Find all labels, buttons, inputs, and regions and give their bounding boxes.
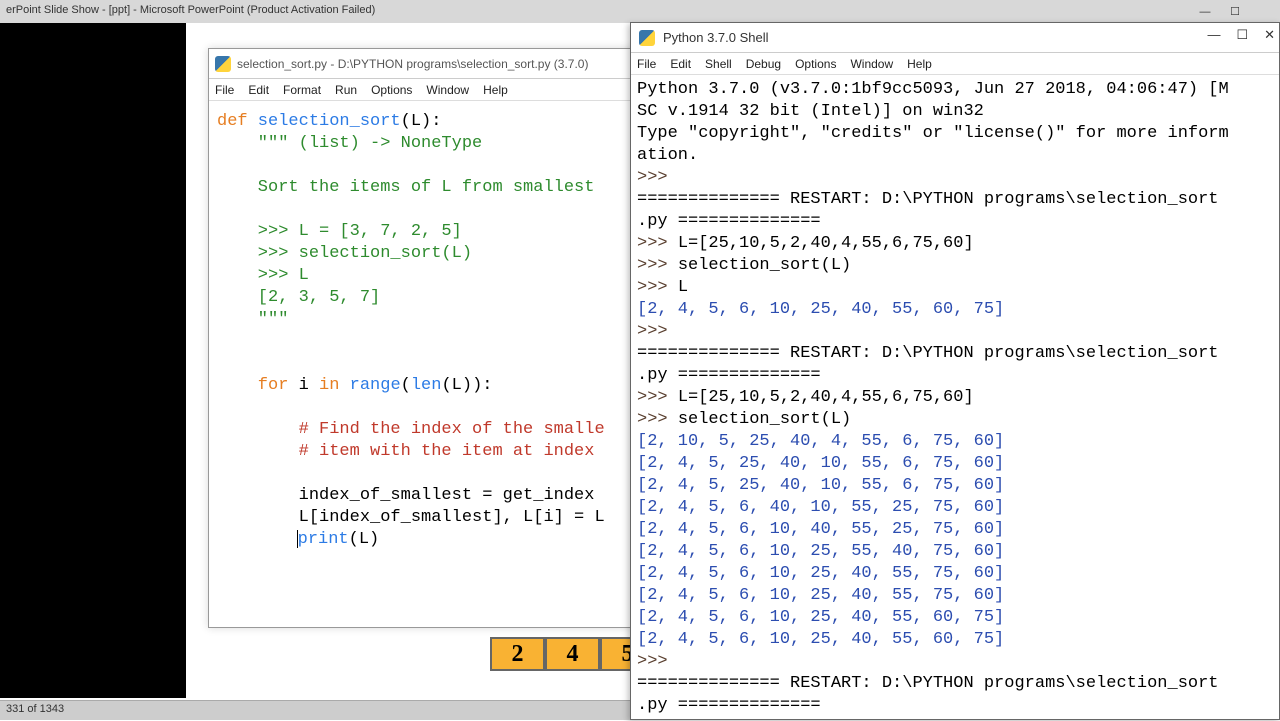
editor-menu-edit[interactable]: Edit (248, 83, 269, 97)
shell-line: [2, 4, 5, 6, 10, 25, 40, 55, 75, 60] (637, 585, 1273, 607)
shell-menu-file[interactable]: File (637, 57, 656, 71)
ppt-titlebar: erPoint Slide Show - [ppt] - Microsoft P… (0, 0, 1280, 23)
ppt-minimize-icon[interactable]: — (1190, 0, 1220, 23)
editor-menu-options[interactable]: Options (371, 83, 412, 97)
shell-maximize-icon[interactable]: ☐ (1236, 27, 1248, 43)
shell-output-area[interactable]: Python 3.7.0 (v3.7.0:1bf9cc5093, Jun 27 … (631, 75, 1279, 721)
shell-line: .py ============== (637, 695, 1273, 717)
shell-line: [2, 10, 5, 25, 40, 4, 55, 6, 75, 60] (637, 431, 1273, 453)
shell-menu-shell[interactable]: Shell (705, 57, 732, 71)
slide-box-2: 2 (490, 637, 545, 671)
shell-line: >>> selection_sort(L) (637, 409, 1273, 431)
shell-line: .py ============== (637, 211, 1273, 233)
shell-title: Python 3.7.0 Shell (663, 30, 769, 45)
ppt-maximize-icon[interactable]: ☐ (1220, 0, 1250, 23)
shell-menu-edit[interactable]: Edit (670, 57, 691, 71)
python-icon (639, 30, 655, 46)
editor-title: selection_sort.py - D:\PYTHON programs\s… (237, 57, 588, 71)
shell-line: [2, 4, 5, 25, 40, 10, 55, 6, 75, 60] (637, 453, 1273, 475)
shell-menu-options[interactable]: Options (795, 57, 836, 71)
shell-line: [2, 4, 5, 6, 10, 25, 40, 55, 60, 75] (637, 607, 1273, 629)
editor-menu-format[interactable]: Format (283, 83, 321, 97)
shell-titlebar[interactable]: Python 3.7.0 Shell — ☐ ✕ (631, 23, 1279, 53)
slide-box-4: 4 (545, 637, 600, 671)
shell-line: ============== RESTART: D:\PYTHON progra… (637, 673, 1273, 695)
shell-line: ============== RESTART: D:\PYTHON progra… (637, 343, 1273, 365)
shell-line: >>> L=[25,10,5,2,40,4,55,6,75,60] (637, 233, 1273, 255)
shell-line: [2, 4, 5, 6, 10, 25, 40, 55, 75, 60] (637, 563, 1273, 585)
shell-line: >>> (637, 167, 1273, 189)
shell-menu-debug[interactable]: Debug (746, 57, 781, 71)
editor-menu-window[interactable]: Window (426, 83, 469, 97)
shell-line: .py ============== (637, 365, 1273, 387)
ppt-slide-counter: 331 of 1343 (6, 703, 64, 715)
ppt-closeplaceholder (1250, 0, 1280, 23)
shell-line: ============== RESTART: D:\PYTHON progra… (637, 189, 1273, 211)
idle-shell-window[interactable]: Python 3.7.0 Shell — ☐ ✕ File Edit Shell De… (630, 22, 1280, 720)
shell-line: Type "copyright", "credits" or "license(… (637, 123, 1273, 145)
shell-line: SC v.1914 32 bit (Intel)] on win32 (637, 101, 1273, 123)
shell-menubar: File Edit Shell Debug Options Window Help (631, 53, 1279, 75)
shell-line: [2, 4, 5, 6, 10, 25, 55, 40, 75, 60] (637, 541, 1273, 563)
shell-line: >>> L=[25,10,5,2,40,4,55,6,75,60] (637, 387, 1273, 409)
shell-line: ation. (637, 145, 1273, 167)
editor-menu-help[interactable]: Help (483, 83, 508, 97)
ppt-title: erPoint Slide Show - [ppt] - Microsoft P… (6, 4, 375, 16)
shell-close-icon[interactable]: ✕ (1264, 27, 1275, 43)
shell-line: >>> (637, 651, 1273, 673)
editor-menu-file[interactable]: File (215, 83, 234, 97)
editor-menu-run[interactable]: Run (335, 83, 357, 97)
shell-menu-help[interactable]: Help (907, 57, 932, 71)
shell-line: [2, 4, 5, 6, 10, 40, 55, 25, 75, 60] (637, 519, 1273, 541)
shell-line: Python 3.7.0 (v3.7.0:1bf9cc5093, Jun 27 … (637, 79, 1273, 101)
shell-line: >>> selection_sort(L) (637, 255, 1273, 277)
shell-menu-window[interactable]: Window (850, 57, 893, 71)
shell-line: [2, 4, 5, 6, 10, 25, 40, 55, 60, 75] (637, 629, 1273, 651)
python-icon (215, 56, 231, 72)
shell-line: >>> L (637, 277, 1273, 299)
shell-line: [2, 4, 5, 25, 40, 10, 55, 6, 75, 60] (637, 475, 1273, 497)
shell-line: [2, 4, 5, 6, 10, 25, 40, 55, 60, 75] (637, 299, 1273, 321)
shell-minimize-icon[interactable]: — (1207, 27, 1220, 43)
ppt-slide-panel (0, 23, 186, 698)
shell-line: [2, 4, 5, 6, 40, 10, 55, 25, 75, 60] (637, 497, 1273, 519)
shell-line: >>> (637, 321, 1273, 343)
